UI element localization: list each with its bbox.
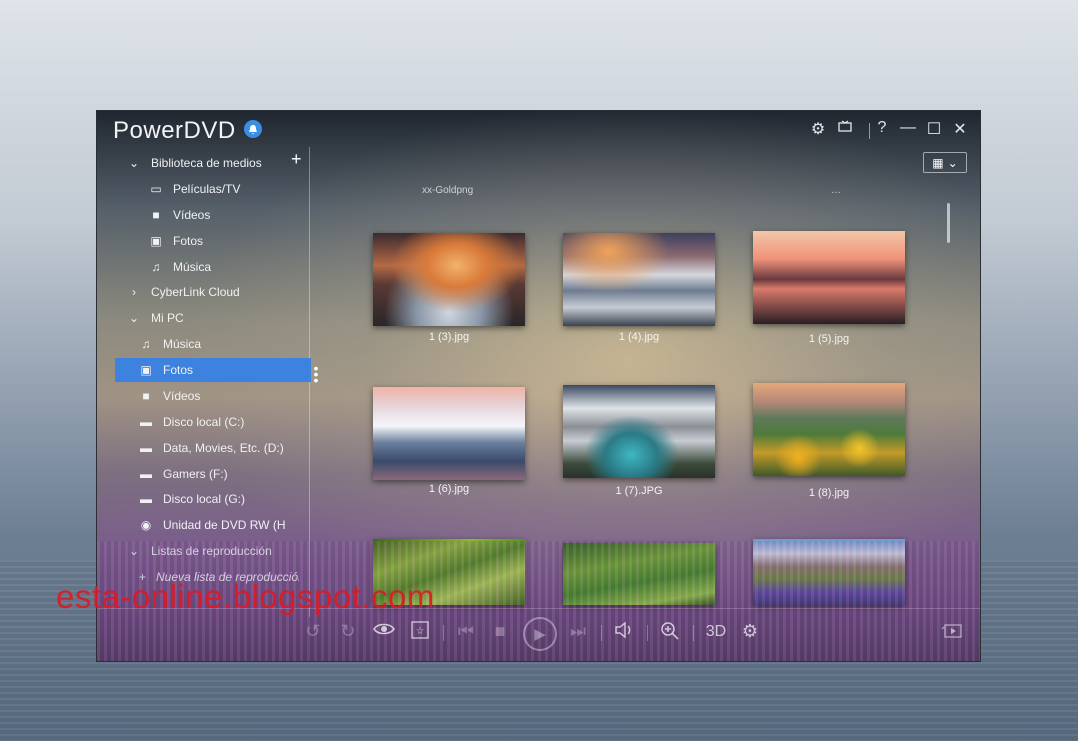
mini-player-icon[interactable] xyxy=(939,623,965,642)
sidebar-item-label: Disco local (G:) xyxy=(163,492,246,506)
rewind-icon[interactable]: ↺ xyxy=(300,621,326,642)
title-separator xyxy=(869,123,870,139)
music-note-icon: ♫ xyxy=(151,260,161,274)
photo-thumbnail[interactable] xyxy=(753,539,905,605)
control-separator xyxy=(443,625,444,641)
app-title: PowerDVD xyxy=(113,117,236,144)
previous-icon[interactable]: ⏮ xyxy=(453,621,479,642)
music-note-icon: ♫ xyxy=(141,337,151,351)
sidebar-item-disco-c[interactable]: ▬ Disco local (C:) xyxy=(115,410,319,434)
close-button[interactable]: ✕ xyxy=(949,119,971,139)
sidebar-resize-handle[interactable]: • • • xyxy=(313,361,319,387)
control-separator xyxy=(647,625,648,641)
disc-icon: ◉ xyxy=(140,518,152,532)
sidebar-item-label: Biblioteca de medios xyxy=(151,156,262,170)
scrollbar[interactable] xyxy=(947,203,950,243)
favorite-star-icon[interactable]: ☆ xyxy=(407,621,433,644)
photo-thumbnail[interactable] xyxy=(563,385,715,478)
control-separator xyxy=(693,625,694,641)
maximize-button[interactable]: ☐ xyxy=(923,119,945,139)
photo-caption: 1 (6).jpg xyxy=(428,483,470,495)
settings-gear-icon[interactable]: ⚙ xyxy=(807,119,829,139)
stop-icon[interactable]: ■ xyxy=(487,621,513,642)
sidebar-item-peliculas[interactable]: ▭ Películas/TV xyxy=(115,177,329,201)
help-button[interactable]: ? xyxy=(871,119,893,137)
sidebar-item-pc-fotos[interactable]: ▣ Fotos xyxy=(115,358,311,382)
sidebar-item-label: Mi PC xyxy=(151,311,184,325)
sidebar-item-label: Vídeos xyxy=(163,389,201,403)
play-button[interactable]: ▶ xyxy=(523,617,557,651)
sidebar-item-label: Música xyxy=(173,260,212,274)
sidebar-item-label: Música xyxy=(163,337,202,351)
sidebar-item-musica[interactable]: ♫ Música xyxy=(115,255,329,279)
eye-icon[interactable] xyxy=(371,621,397,642)
sidebar-item-label: Disco local (C:) xyxy=(163,415,245,429)
grid-view-icon: ▦ xyxy=(932,155,944,170)
film-icon: ▭ xyxy=(150,182,162,196)
photo-caption: 1 (3).jpg xyxy=(428,331,470,343)
zoom-icon[interactable] xyxy=(657,621,683,646)
photo-icon: ▣ xyxy=(150,234,162,248)
tv-mode-icon[interactable] xyxy=(834,119,856,137)
watermark-text: esta-online.blogspot.com xyxy=(56,578,435,615)
photo-thumbnail[interactable] xyxy=(563,233,715,326)
sidebar-item-label: Gamers (F:) xyxy=(163,467,228,481)
photo-caption: 1 (8).jpg xyxy=(808,487,850,499)
photo-caption: 1 (5).jpg xyxy=(808,333,850,345)
drive-icon: ▬ xyxy=(140,415,152,429)
sidebar-item-disco-g[interactable]: ▬ Disco local (G:) xyxy=(115,487,319,511)
sidebar-item-mi-pc[interactable]: ⌄ Mi PC xyxy=(115,306,307,330)
sidebar-item-label: Data, Movies, Etc. (D:) xyxy=(163,441,284,455)
chevron-down-icon: ⌄ xyxy=(128,156,140,170)
photo-thumbnail[interactable] xyxy=(373,387,525,480)
sidebar-item-label: CyberLink Cloud xyxy=(151,285,240,299)
sidebar-item-disco-d[interactable]: ▬ Data, Movies, Etc. (D:) xyxy=(115,436,319,460)
svg-text:☆: ☆ xyxy=(416,626,425,637)
next-icon[interactable]: ⏭ xyxy=(565,621,591,642)
sidebar-item-label: Unidad de DVD RW (H xyxy=(163,518,286,532)
chevron-right-icon: › xyxy=(132,285,136,299)
sidebar: ⌄ Biblioteca de medios + ▭ Películas/TV … xyxy=(115,147,311,617)
sidebar-item-dvd-rw[interactable]: ◉ Unidad de DVD RW (H xyxy=(115,513,319,537)
view-mode-dropdown[interactable]: ▦ ⌄ xyxy=(923,152,967,173)
video-camera-icon: ■ xyxy=(152,208,160,222)
sidebar-item-label: Listas de reproducción xyxy=(151,544,272,558)
sidebar-item-label: Películas/TV xyxy=(173,182,241,196)
sidebar-item-pc-musica[interactable]: ♫ Música xyxy=(115,332,319,356)
sidebar-item-label: Fotos xyxy=(173,234,204,248)
add-library-button[interactable]: + xyxy=(291,149,302,170)
chevron-down-icon: ⌄ xyxy=(947,155,958,170)
sidebar-item-biblioteca[interactable]: ⌄ Biblioteca de medios xyxy=(115,151,307,175)
photo-thumbnail[interactable] xyxy=(753,383,905,476)
sidebar-item-label: Fotos xyxy=(163,363,194,377)
drive-icon: ▬ xyxy=(140,441,152,455)
drive-icon: ▬ xyxy=(140,467,152,481)
sidebar-item-label: Vídeos xyxy=(173,208,211,222)
forward-icon[interactable]: ↻ xyxy=(335,621,361,642)
photo-thumbnail[interactable] xyxy=(753,231,905,324)
photo-thumbnail[interactable] xyxy=(373,233,525,326)
minimize-button[interactable]: — xyxy=(897,119,919,137)
sidebar-item-videos[interactable]: ■ Vídeos xyxy=(115,203,329,227)
photo-icon: ▣ xyxy=(140,363,152,377)
partial-caption: xx-Goldpng xyxy=(422,185,474,196)
3d-button[interactable]: 3D xyxy=(701,623,731,641)
photo-caption: 1 (4).jpg xyxy=(618,331,660,343)
player-settings-gear-icon[interactable]: ⚙ xyxy=(737,621,763,642)
photo-caption: 1 (7).JPG xyxy=(615,485,663,497)
photo-thumbnail[interactable] xyxy=(563,543,715,605)
notification-bell-icon[interactable] xyxy=(244,120,262,138)
sidebar-item-disco-f[interactable]: ▬ Gamers (F:) xyxy=(115,462,319,486)
chevron-down-icon: ⌄ xyxy=(128,544,140,558)
sidebar-item-pc-videos[interactable]: ■ Vídeos xyxy=(115,384,319,408)
partial-caption: … xyxy=(831,185,841,196)
sidebar-item-fotos[interactable]: ▣ Fotos xyxy=(115,229,329,253)
chevron-down-icon: ⌄ xyxy=(128,311,140,325)
control-separator xyxy=(601,625,602,641)
sidebar-item-listas[interactable]: ⌄ Listas de reproducción xyxy=(115,539,307,563)
sidebar-item-cyberlink-cloud[interactable]: › CyberLink Cloud xyxy=(115,280,307,304)
drive-icon: ▬ xyxy=(140,492,152,506)
video-camera-icon: ■ xyxy=(142,389,150,403)
volume-icon[interactable] xyxy=(611,621,637,644)
